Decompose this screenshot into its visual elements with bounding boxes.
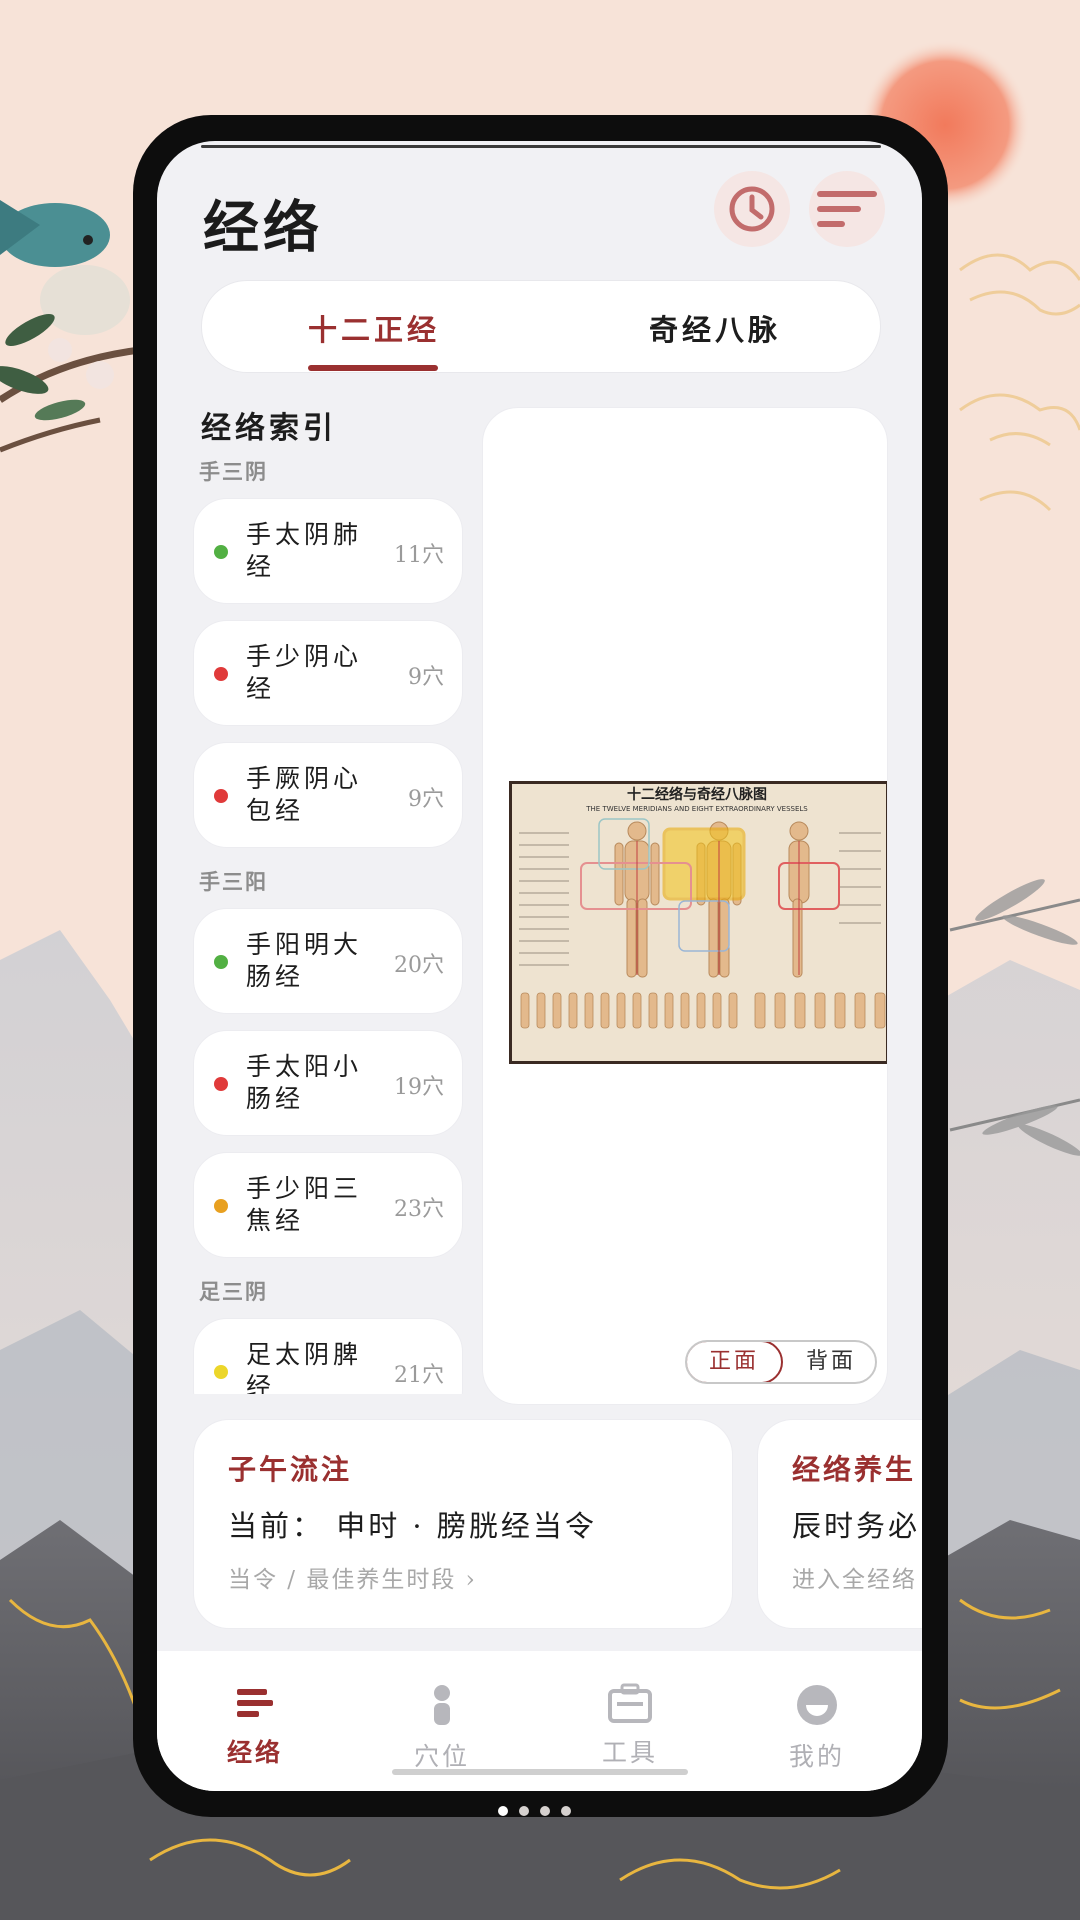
list-item[interactable]: 手少阴心经 9穴 xyxy=(193,620,463,726)
page-dot xyxy=(540,1806,550,1816)
card-main-text: 辰时务必 xyxy=(792,1509,921,1543)
chart-subtitle: THE TWELVE MERIDIANS AND EIGHT EXTRAORDI… xyxy=(585,805,808,813)
status-dot xyxy=(214,1199,228,1213)
meridian-name: 手少阳三焦经 xyxy=(246,1174,363,1235)
chart-title: 十二经络与奇经八脉图 xyxy=(627,786,767,803)
point-count: 19穴 xyxy=(394,1075,444,1100)
group-label: 手三阴 xyxy=(199,459,268,484)
nav-label: 经络 xyxy=(226,1738,283,1767)
status-dot xyxy=(214,955,228,969)
ziwu-card[interactable]: 子午流注 当前： 申时 · 膀胱经当令 当令 / 最佳养生时段 › xyxy=(193,1419,733,1629)
status-dot xyxy=(214,1077,228,1091)
point-count: 9穴 xyxy=(408,787,444,812)
clock-icon xyxy=(729,186,775,232)
front-view-button[interactable]: 正面 xyxy=(687,1342,783,1382)
status-dot xyxy=(214,789,228,803)
nav-item-meridian[interactable]: 经络 xyxy=(195,1683,315,1769)
status-dot xyxy=(214,1365,228,1379)
point-count: 9穴 xyxy=(408,665,444,690)
page-dot xyxy=(561,1806,571,1816)
list-item[interactable]: 手厥阴心包经 9穴 xyxy=(193,742,463,848)
meridian-name: 手太阳小肠经 xyxy=(246,1052,363,1113)
nav-item-acupoint[interactable]: 穴位 xyxy=(382,1683,502,1773)
meridian-icon xyxy=(237,1689,273,1717)
meridian-name: 手阳明大肠经 xyxy=(246,930,363,991)
meridian-name: 手厥阴心包经 xyxy=(246,764,363,825)
nav-label: 工具 xyxy=(601,1738,658,1767)
toolbox-icon xyxy=(608,1683,652,1723)
meridian-name: 手少阴心经 xyxy=(246,642,363,703)
card-link[interactable]: 进入全经络 xyxy=(792,1560,917,1594)
page-dot xyxy=(498,1806,508,1816)
tab-twelve-meridians[interactable]: 十二正经 xyxy=(308,307,440,349)
status-dot xyxy=(214,667,228,681)
list-item[interactable]: 手太阳小肠经 19穴 xyxy=(193,1030,463,1136)
meridian-list: 手三阴 手太阴肺经 11穴 手少阴心经 9穴 手厥阴心包经 9穴 手三阳 手阳明… xyxy=(193,456,483,1394)
meridian-tabs: 十二正经 奇经八脉 xyxy=(201,280,881,373)
point-count: 20穴 xyxy=(394,953,444,978)
page-dots xyxy=(498,1806,571,1816)
view-toggle: 背面 正面 xyxy=(685,1340,877,1384)
acupoint-icon xyxy=(434,1685,450,1725)
app-screen: 经络 十二正经 奇经八脉 经络索引 手三阴 手太阴肺经 11穴 手少阴心经 9穴 xyxy=(157,141,922,1791)
nav-label: 穴位 xyxy=(413,1742,470,1771)
nav-item-tools[interactable]: 工具 xyxy=(570,1683,690,1769)
list-item[interactable]: 手阳明大肠经 20穴 xyxy=(193,908,463,1014)
back-view-button[interactable]: 背面 xyxy=(783,1342,875,1382)
card-link[interactable]: 当令 / 最佳养生时段 › xyxy=(228,1560,477,1594)
nav-item-profile[interactable]: 我的 xyxy=(757,1683,877,1773)
point-count: 23穴 xyxy=(394,1197,444,1222)
tab-eight-vessels[interactable]: 奇经八脉 xyxy=(649,307,781,349)
meridian-name: 足太阴脾经 xyxy=(246,1340,363,1394)
group-label: 足三阴 xyxy=(199,1279,268,1304)
history-button[interactable] xyxy=(714,171,790,247)
filter-button[interactable] xyxy=(809,171,885,247)
page-dot xyxy=(519,1806,529,1816)
meridian-chart-image[interactable]: 十二经络与奇经八脉图 THE TWELVE MERIDIANS AND EIGH… xyxy=(509,781,888,1064)
profile-icon xyxy=(797,1685,837,1725)
list-item[interactable]: 手少阳三焦经 23穴 xyxy=(193,1152,463,1258)
list-item[interactable]: 手太阴肺经 11穴 xyxy=(193,498,463,604)
page-title: 经络 xyxy=(203,195,323,261)
home-indicator xyxy=(392,1769,688,1775)
nav-label: 我的 xyxy=(788,1742,845,1771)
wellness-card[interactable]: 经络养生 辰时务必 进入全经络 xyxy=(757,1419,922,1629)
card-main-text: 当前： 申时 · 膀胱经当令 xyxy=(228,1509,597,1543)
point-count: 11穴 xyxy=(394,543,444,568)
sort-lines-icon xyxy=(817,191,877,227)
tab-underline xyxy=(308,365,438,371)
meridian-name: 手太阴肺经 xyxy=(246,520,363,581)
card-title: 子午流注 xyxy=(228,1453,353,1486)
card-title: 经络养生 xyxy=(792,1453,917,1486)
point-count: 21穴 xyxy=(394,1363,444,1388)
status-dot xyxy=(214,545,228,559)
group-label: 手三阳 xyxy=(199,869,268,894)
meridian-map-card: 十二经络与奇经八脉图 THE TWELVE MERIDIANS AND EIGH… xyxy=(482,407,888,1405)
index-title: 经络索引 xyxy=(201,411,337,446)
list-item[interactable]: 足太阴脾经 21穴 xyxy=(193,1318,463,1394)
status-line xyxy=(201,145,881,148)
